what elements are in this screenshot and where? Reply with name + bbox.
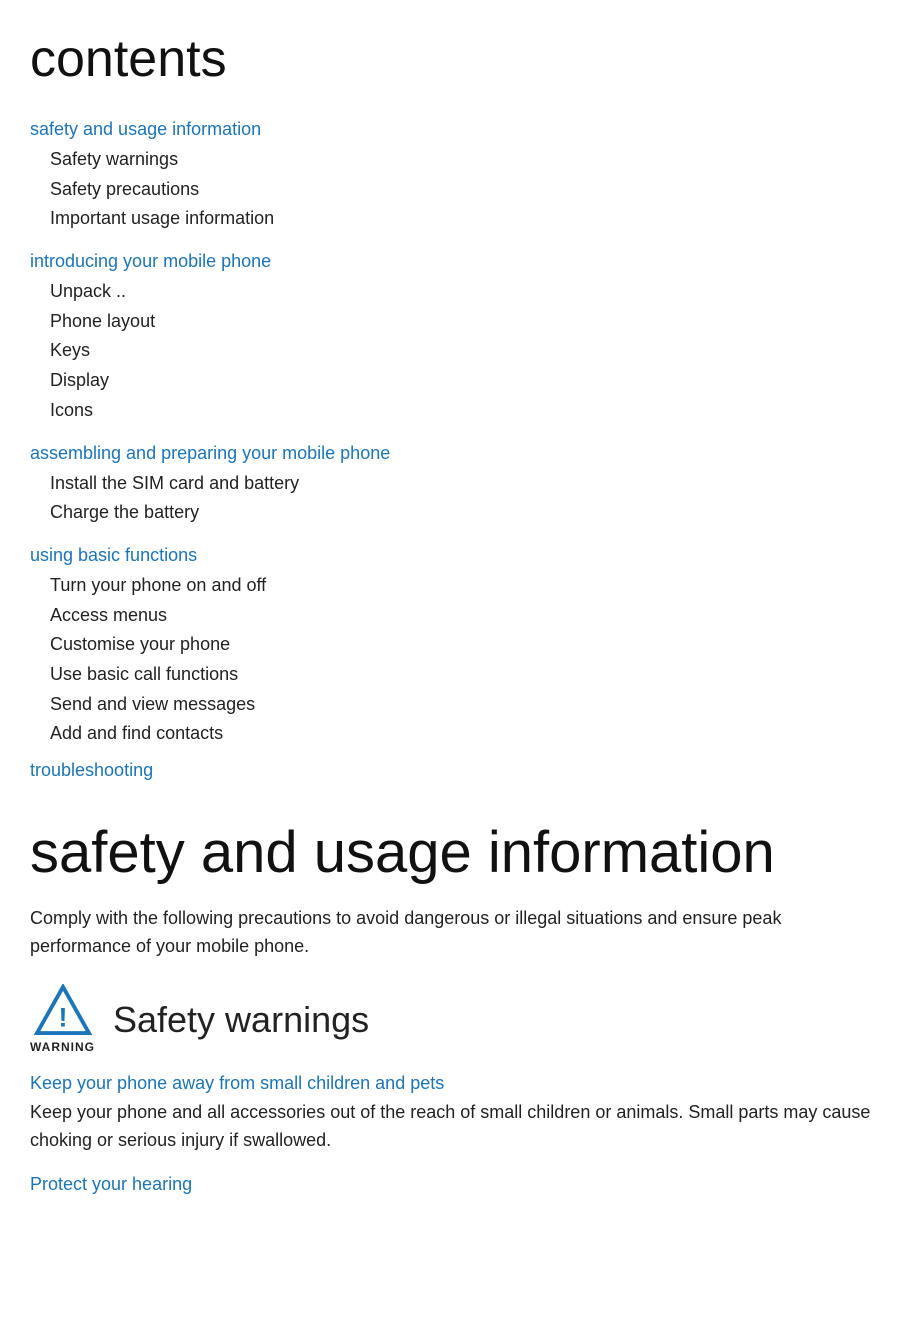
toc-section-2: introducing your mobile phone Unpack .. … xyxy=(30,248,875,425)
toc-item: Use basic call functions xyxy=(30,660,875,690)
toc-item: Unpack .. xyxy=(30,277,875,307)
toc-item: Send and view messages xyxy=(30,690,875,720)
toc-heading-4: using basic functions xyxy=(30,542,875,569)
toc-item: Phone layout xyxy=(30,307,875,337)
toc-item: Display xyxy=(30,366,875,396)
toc-title: contents xyxy=(30,20,875,98)
toc-item: Keys xyxy=(30,336,875,366)
toc-container: safety and usage information Safety warn… xyxy=(30,116,875,784)
toc-item: Add and find contacts xyxy=(30,719,875,749)
warning-triangle-icon: ! xyxy=(34,984,92,1036)
warning-body-1: Keep your phone and all accessories out … xyxy=(30,1099,875,1155)
toc-item: Safety precautions xyxy=(30,175,875,205)
toc-heading-2: introducing your mobile phone xyxy=(30,248,875,275)
svg-text:!: ! xyxy=(58,1003,67,1033)
warning-label: WARNING xyxy=(30,1038,95,1056)
warning-subheading-1: Keep your phone away from small children… xyxy=(30,1070,875,1097)
warning-block: ! WARNING Safety warnings xyxy=(30,984,875,1056)
toc-heading-3: assembling and preparing your mobile pho… xyxy=(30,440,875,467)
toc-item: Turn your phone on and off xyxy=(30,571,875,601)
toc-section-4: using basic functions Turn your phone on… xyxy=(30,542,875,749)
warning-subheading-2: Protect your hearing xyxy=(30,1171,875,1198)
section2-body: Comply with the following precautions to… xyxy=(30,905,875,961)
toc-section-3: assembling and preparing your mobile pho… xyxy=(30,440,875,528)
toc-section-1: safety and usage information Safety warn… xyxy=(30,116,875,234)
toc-heading-1: safety and usage information xyxy=(30,116,875,143)
warning-icon-wrap: ! WARNING xyxy=(30,984,95,1056)
warning-title: Safety warnings xyxy=(113,993,369,1047)
toc-item: Access menus xyxy=(30,601,875,631)
toc-item: Icons xyxy=(30,396,875,426)
troubleshooting-link[interactable]: troubleshooting xyxy=(30,757,875,784)
toc-item: Safety warnings xyxy=(30,145,875,175)
toc-item: Important usage information xyxy=(30,204,875,234)
section2-title: safety and usage information xyxy=(30,820,875,887)
toc-item: Install the SIM card and battery xyxy=(30,469,875,499)
toc-item: Charge the battery xyxy=(30,498,875,528)
toc-item: Customise your phone xyxy=(30,630,875,660)
